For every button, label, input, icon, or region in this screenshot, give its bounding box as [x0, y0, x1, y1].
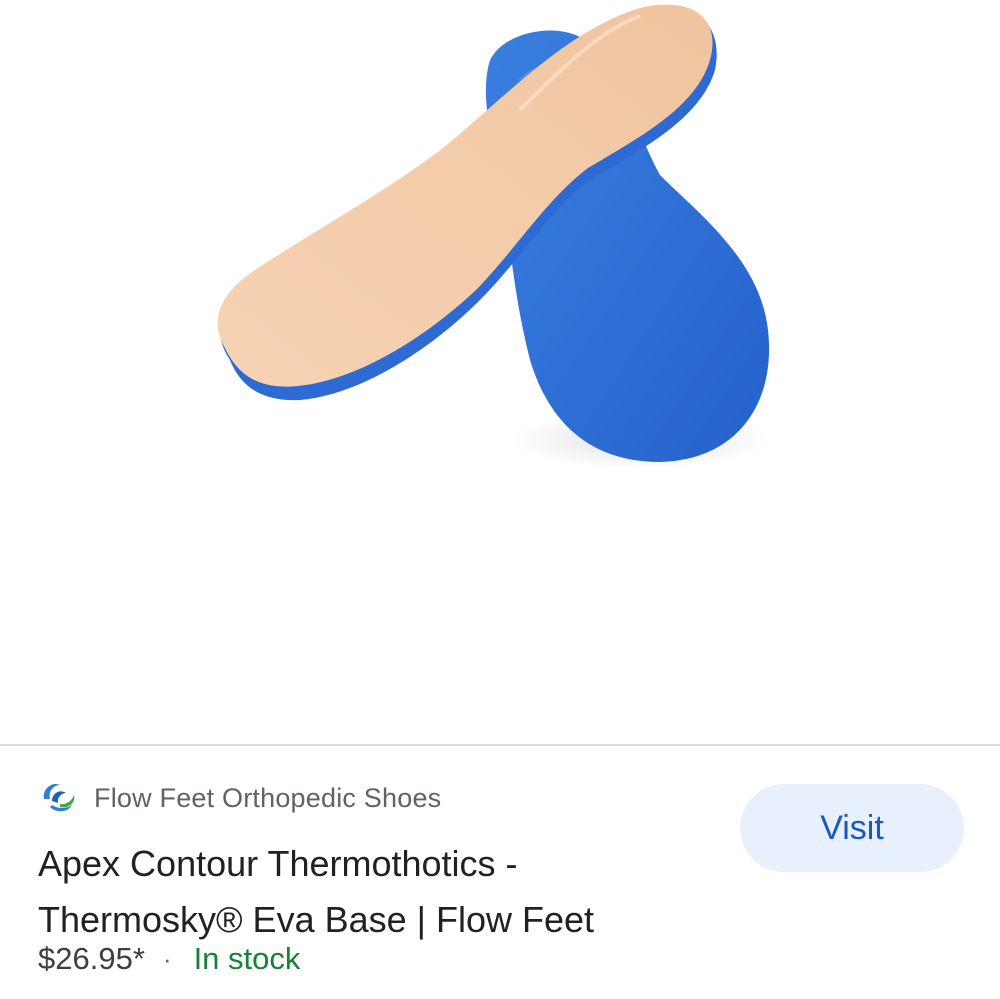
product-price: $26.95*: [38, 941, 145, 976]
product-title[interactable]: Apex Contour Thermothotics - Thermosky® …: [38, 836, 678, 948]
product-result-card: Flow Feet Orthopedic Shoes Apex Contour …: [0, 0, 1000, 999]
separator-dot: ·: [162, 943, 172, 974]
product-image[interactable]: [0, 0, 1000, 744]
product-info-panel: Flow Feet Orthopedic Shoes Apex Contour …: [0, 746, 1000, 999]
merchant-row[interactable]: Flow Feet Orthopedic Shoes: [38, 776, 441, 820]
flow-feet-logo-icon: [43, 783, 75, 812]
availability-status: In stock: [193, 941, 301, 976]
insole-product-image: [217, 4, 770, 470]
merchant-name: Flow Feet Orthopedic Shoes: [94, 782, 442, 813]
price-row: $26.95* · In stock: [38, 941, 300, 977]
visit-button[interactable]: Visit: [740, 784, 964, 872]
